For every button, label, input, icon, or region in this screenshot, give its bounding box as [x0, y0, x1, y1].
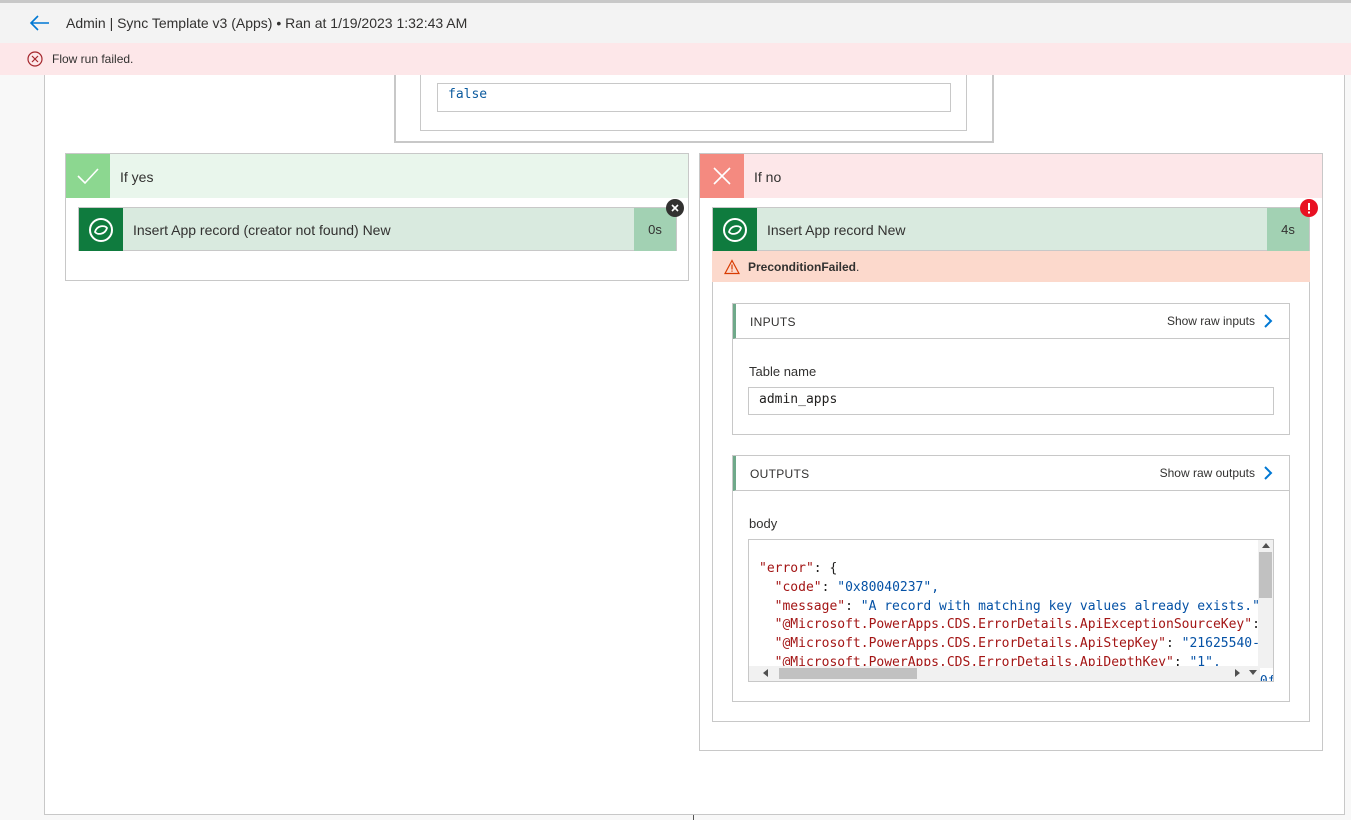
branch-if-no-header[interactable]: If no — [700, 154, 1322, 198]
outputs-title: OUTPUTS — [750, 467, 810, 481]
header: Admin | Sync Template v3 (Apps) • Ran at… — [0, 3, 1351, 43]
scroll-left-arrow-icon[interactable] — [763, 669, 768, 677]
show-raw-inputs-link[interactable]: Show raw inputs — [1167, 313, 1273, 329]
action-insert-app-creator-not-found[interactable]: Insert App record (creator not found) Ne… — [78, 207, 677, 251]
code-line: "message": "A record with matching key v… — [759, 598, 1268, 614]
action-insert-app-record[interactable]: Insert App record New 4s — [712, 207, 1310, 251]
back-arrow-icon[interactable] — [28, 13, 52, 33]
table-name-value: admin_apps — [748, 387, 1274, 415]
outputs-header: OUTPUTS Show raw outputs — [733, 456, 1289, 491]
horizontal-scroll-thumb[interactable] — [779, 668, 917, 679]
inputs-header: INPUTS Show raw inputs — [733, 304, 1289, 339]
code-line: "code": "0x80040237", — [759, 579, 940, 595]
body-label: body — [749, 516, 778, 531]
chevron-right-icon — [1264, 314, 1273, 328]
error-circle-icon — [27, 51, 43, 67]
show-raw-inputs-label: Show raw inputs — [1166, 314, 1255, 328]
close-icon — [700, 154, 744, 198]
action-title: Insert App record New — [767, 222, 906, 238]
skipped-x-icon — [666, 199, 684, 217]
show-raw-outputs-link[interactable]: Show raw outputs — [1160, 465, 1273, 481]
scroll-down-arrow-icon[interactable] — [1249, 670, 1257, 675]
dataverse-icon — [713, 208, 757, 251]
branch-if-yes-header[interactable]: If yes — [66, 154, 688, 198]
body-json: "error": { "code": "0x80040237", "messag… — [759, 560, 1274, 681]
error-banner: Flow run failed. — [0, 43, 1351, 75]
code-line: "@Microsoft.PowerApps.CDS.ErrorDetails.A… — [759, 636, 1274, 652]
error-exclamation-icon — [1300, 199, 1318, 217]
table-name-label: Table name — [749, 364, 817, 379]
body-code-viewer[interactable]: "error": { "code": "0x80040237", "messag… — [748, 539, 1274, 682]
warning-icon — [723, 259, 741, 275]
dataverse-icon — [79, 208, 123, 251]
scroll-right-arrow-icon[interactable] — [1235, 669, 1240, 677]
branch-if-no-label: If no — [754, 169, 782, 185]
condition-value: false — [437, 83, 951, 112]
banner-message: Flow run failed. — [52, 52, 134, 66]
scroll-up-arrow-icon[interactable] — [1262, 543, 1270, 548]
error-message-bar: PreconditionFailed. — [712, 251, 1310, 282]
inputs-title: INPUTS — [750, 315, 796, 329]
action-title: Insert App record (creator not found) Ne… — [133, 222, 391, 238]
branch-if-yes-label: If yes — [120, 169, 154, 185]
error-message: PreconditionFailed. — [748, 260, 860, 274]
code-line: "@Microsoft.PowerApps.CDS.ErrorDetails.A… — [759, 617, 1273, 633]
chevron-right-icon — [1264, 466, 1273, 480]
code-line: "error": { — [759, 561, 838, 576]
checkmark-icon — [66, 154, 110, 198]
vertical-scrollbar[interactable] — [1258, 540, 1273, 668]
vertical-scroll-thumb[interactable] — [1259, 552, 1272, 598]
connector-line — [693, 815, 694, 820]
horizontal-scrollbar[interactable] — [749, 666, 1260, 681]
page-title: Admin | Sync Template v3 (Apps) • Ran at… — [66, 15, 468, 31]
show-raw-outputs-label: Show raw outputs — [1159, 466, 1255, 480]
